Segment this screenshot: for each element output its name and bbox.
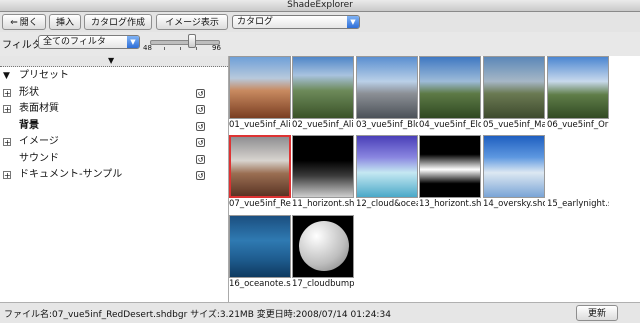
thumbnail-caption: 05_vue5inf_Ma xyxy=(483,120,545,130)
title-bar: ShadeExplorer xyxy=(0,0,640,12)
update-button[interactable]: 更新 xyxy=(576,305,618,321)
tree-item-label: 表面材質 xyxy=(19,103,59,114)
sphere-preview xyxy=(299,221,349,271)
tree-item-label: 背景 xyxy=(19,119,39,131)
filter-label: フィルタ xyxy=(2,40,42,51)
tree-item-background[interactable]: 背景 ↺ xyxy=(0,118,228,135)
thumbnail-caption: 02_vue5inf_Ali xyxy=(292,120,354,130)
slider-min-label: 48 xyxy=(143,44,152,52)
toolbar: ⇐ 開く 挿入 カタログ作成 イメージ表示 カタログ ▼ xyxy=(0,12,640,32)
chevron-down-icon: ▼ xyxy=(347,16,359,28)
thumbnail-item[interactable]: 16_oceanote.s xyxy=(229,215,292,293)
thumbnail-caption: 04_vue5inf_Elo xyxy=(419,120,481,130)
catalog-create-button[interactable]: カタログ作成 xyxy=(84,14,152,30)
thumbnail-caption: 12_cloud&ocea xyxy=(356,199,418,209)
open-label: 開く xyxy=(19,18,38,28)
catalog-select-value: カタログ xyxy=(237,17,274,27)
thumbnail-image[interactable] xyxy=(483,56,545,119)
tree-item-label: ドキュメント-サンプル xyxy=(19,169,123,180)
thumbnail-caption: 11_horizont.sh xyxy=(292,199,354,209)
tree-item-label: イメージ xyxy=(19,136,59,147)
thumbnail-image[interactable] xyxy=(356,56,418,119)
open-button[interactable]: ⇐ 開く xyxy=(2,14,46,30)
refresh-icon[interactable]: ↺ xyxy=(196,88,205,98)
thumbnail-image[interactable] xyxy=(419,135,481,198)
expand-plus-icon[interactable]: + xyxy=(3,171,11,180)
refresh-icon[interactable]: ↺ xyxy=(196,121,205,131)
tree-item-shape[interactable]: + 形状 ↺ xyxy=(0,85,228,102)
thumbnail-item[interactable]: 12_cloud&ocea xyxy=(356,135,419,213)
tree-item-sound[interactable]: サウンド ↺ xyxy=(0,151,228,168)
tree-item-document-sample[interactable]: + ドキュメント-サンプル ↺ xyxy=(0,167,228,184)
thumbnail-image[interactable] xyxy=(292,215,354,278)
thumbnail-image[interactable] xyxy=(229,135,291,198)
tree-item-label: 形状 xyxy=(19,86,39,98)
chevron-down-icon: ▼ xyxy=(127,36,139,48)
thumbnail-item[interactable]: 06_vue5inf_Or xyxy=(547,56,610,134)
expand-plus-icon[interactable]: + xyxy=(3,105,11,114)
refresh-icon[interactable]: ↺ xyxy=(196,154,205,164)
refresh-icon[interactable]: ↺ xyxy=(196,171,205,180)
thumbnail-caption: 06_vue5inf_Or xyxy=(547,120,609,130)
thumbnail-image[interactable] xyxy=(419,56,481,119)
thumbnail-caption: 15_earlynight.s xyxy=(547,199,609,209)
open-icon: ⇐ xyxy=(10,18,18,28)
thumbnail-item[interactable]: 05_vue5inf_Ma xyxy=(483,56,546,134)
image-view-button[interactable]: イメージ表示 xyxy=(156,14,228,30)
thumbnail-image[interactable] xyxy=(229,56,291,119)
catalog-select[interactable]: カタログ ▼ xyxy=(232,15,360,29)
thumbnail-caption: 13_horizont.sh xyxy=(419,199,481,209)
thumbnail-item[interactable]: 01_vue5inf_Ali xyxy=(229,56,292,134)
window-title: ShadeExplorer xyxy=(287,0,353,10)
thumbnail-image[interactable] xyxy=(292,135,354,198)
thumbnail-item[interactable]: 17_cloudbump xyxy=(292,215,355,293)
insert-button[interactable]: 挿入 xyxy=(49,14,81,30)
tree-item-label: サウンド xyxy=(19,152,59,164)
filter-select[interactable]: 全てのフィルタ ▼ xyxy=(38,35,140,49)
category-tree: ▼ プリセット + 形状 ↺ + 表面材質 ↺ 背景 ↺ + イメージ ↺ サウ… xyxy=(0,68,228,184)
thumbnail-item[interactable]: 15_earlynight.s xyxy=(547,135,610,213)
slider-tick xyxy=(164,47,165,50)
thumbnail-image[interactable] xyxy=(292,56,354,119)
thumbnail-caption: 17_cloudbump xyxy=(292,279,354,289)
tree-item-surface[interactable]: + 表面材質 ↺ xyxy=(0,101,228,118)
pane-splitter[interactable]: ▼ xyxy=(0,56,228,67)
tree-item-image[interactable]: + イメージ ↺ xyxy=(0,134,228,151)
filter-select-value: 全てのフィルタ xyxy=(43,37,106,47)
thumbnail-item[interactable]: 14_oversky.shc xyxy=(483,135,546,213)
thumbnail-image[interactable] xyxy=(229,215,291,278)
collapse-triangle-icon[interactable]: ▼ xyxy=(108,56,114,66)
thumbnail-item[interactable]: 13_horizont.sh xyxy=(419,135,482,213)
status-text: ファイル名:07_vue5inf_RedDesert.shdbgr サイズ:3.… xyxy=(4,310,391,320)
thumbnail-caption: 03_vue5inf_Blo xyxy=(356,120,418,130)
thumbnail-item-selected[interactable]: 07_vue5inf_Re xyxy=(229,135,292,213)
slider-tick xyxy=(180,47,181,50)
expand-plus-icon[interactable]: + xyxy=(3,138,11,147)
thumbnail-caption: 01_vue5inf_Ali xyxy=(229,120,291,130)
refresh-icon[interactable]: ↺ xyxy=(196,138,205,147)
thumbnail-image[interactable] xyxy=(547,56,609,119)
thumbnail-image[interactable] xyxy=(356,135,418,198)
thumbnail-caption: 14_oversky.shc xyxy=(483,199,545,209)
thumbnail-caption: 16_oceanote.s xyxy=(229,279,291,289)
size-slider-track[interactable] xyxy=(150,40,220,45)
thumbnail-item[interactable]: 03_vue5inf_Blo xyxy=(356,56,419,134)
size-slider-thumb[interactable] xyxy=(188,34,196,48)
thumbnail-item[interactable]: 11_horizont.sh xyxy=(292,135,355,213)
tree-item-label: プリセット xyxy=(19,70,69,81)
refresh-icon[interactable]: ↺ xyxy=(196,105,205,114)
thumbnail-image[interactable] xyxy=(547,135,609,198)
thumbnail-item[interactable]: 04_vue5inf_Elo xyxy=(419,56,482,134)
thumbnail-caption: 07_vue5inf_Re xyxy=(229,199,291,209)
thumbnail-item[interactable]: 02_vue5inf_Ali xyxy=(292,56,355,134)
expand-plus-icon[interactable]: + xyxy=(3,88,11,97)
thumbnail-grid: 01_vue5inf_Ali 02_vue5inf_Ali 03_vue5inf… xyxy=(229,56,640,302)
slider-max-label: 96 xyxy=(212,44,221,52)
slider-tick xyxy=(196,47,197,50)
thumbnail-image[interactable] xyxy=(483,135,545,198)
status-bar: ファイル名:07_vue5inf_RedDesert.shdbgr サイズ:3.… xyxy=(0,302,640,323)
tree-item-preset[interactable]: ▼ プリセット xyxy=(0,68,228,85)
disclosure-open-icon[interactable]: ▼ xyxy=(3,68,10,85)
